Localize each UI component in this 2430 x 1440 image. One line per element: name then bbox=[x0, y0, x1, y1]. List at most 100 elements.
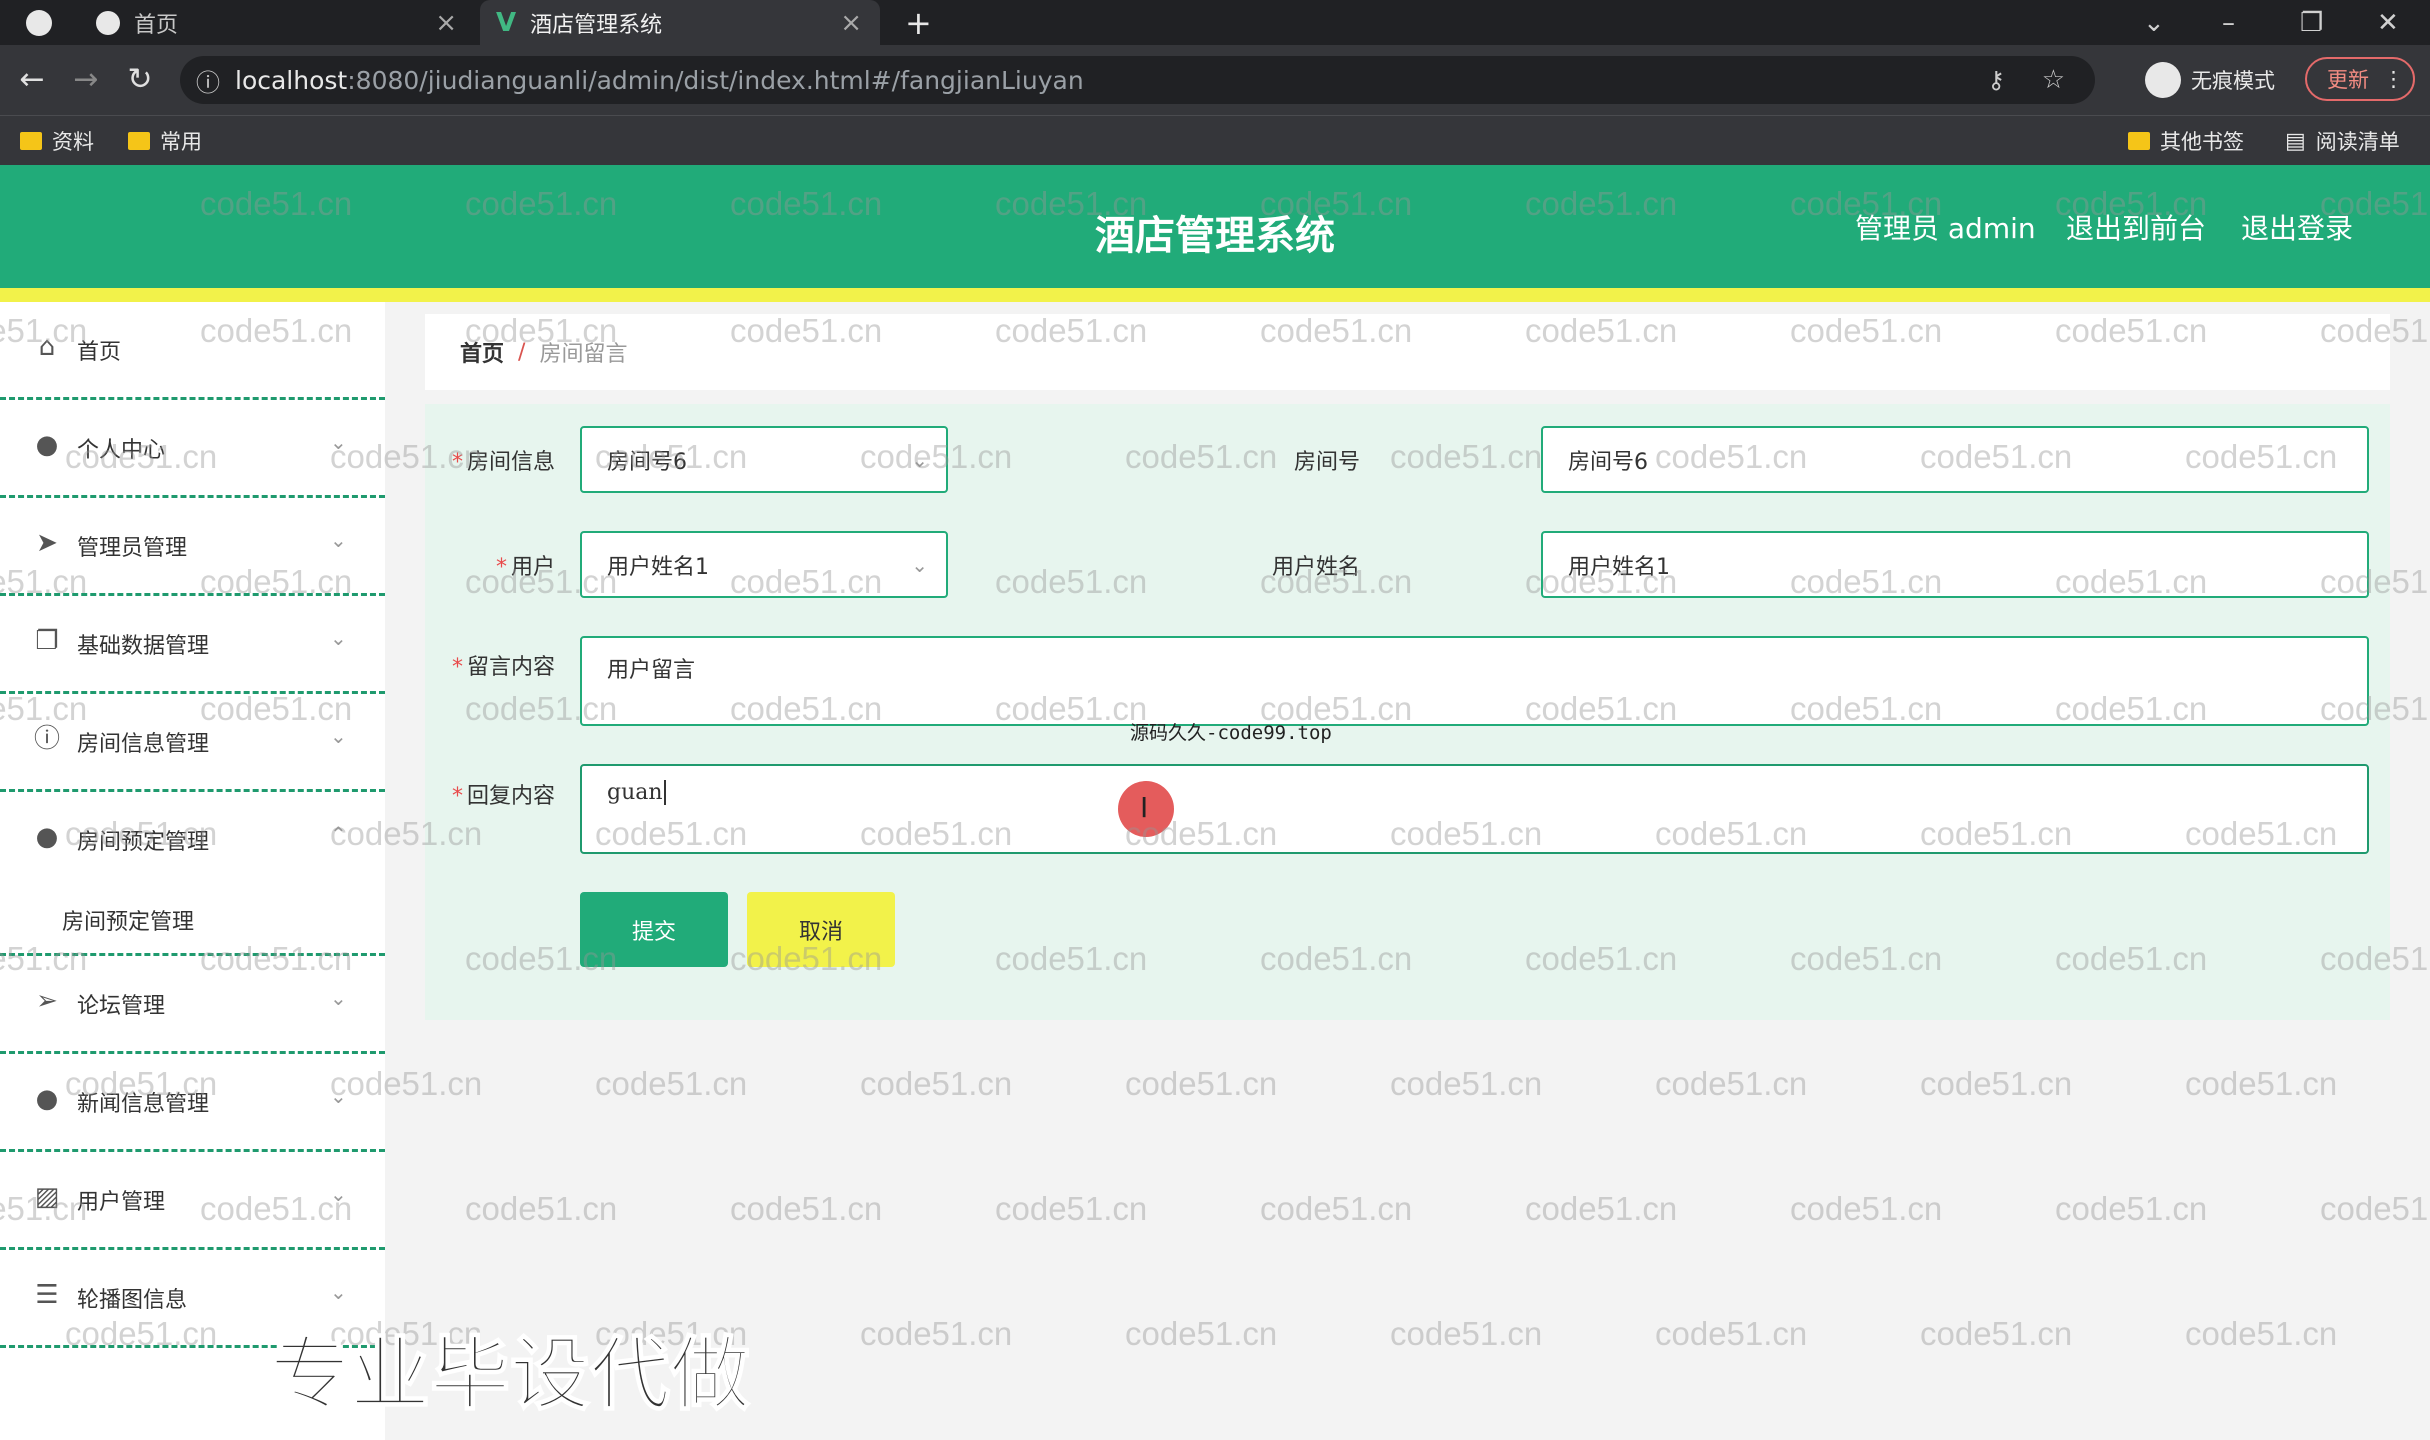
sidebar-subitem-reservations[interactable]: 房间预定管理 bbox=[0, 874, 385, 956]
user-name-value: 用户姓名1 bbox=[1568, 554, 1670, 580]
overlay-banner-text: 专业毕设代做 bbox=[269, 1327, 751, 1422]
exit-to-front-link[interactable]: 退出到前台 bbox=[2066, 207, 2206, 247]
sidebar-item-label: 首页 bbox=[77, 340, 122, 365]
user-name-input[interactable]: 用户姓名1 bbox=[1541, 531, 2369, 598]
sidebar-item-label: 论坛管理 bbox=[77, 994, 166, 1019]
cancel-button[interactable]: 取消 bbox=[747, 892, 895, 967]
sidebar-item-users[interactable]: ▨ 用户管理 ⌄ bbox=[0, 1152, 385, 1250]
new-tab-button[interactable]: + bbox=[905, 0, 932, 45]
sidebar-item-basic-data[interactable]: ❐ 基础数据管理 ⌄ bbox=[0, 596, 385, 694]
reply-label-text: 回复内容 bbox=[466, 784, 555, 809]
key-icon[interactable]: ⚷ bbox=[1987, 66, 2005, 94]
send-icon: ➤ bbox=[36, 528, 58, 558]
room-info-value: 房间号6 bbox=[607, 449, 687, 475]
browser-profile-icon[interactable] bbox=[26, 10, 52, 36]
folder-icon bbox=[128, 132, 150, 150]
other-bookmarks[interactable]: 其他书签 bbox=[2128, 116, 2244, 166]
user-label: * 用户 bbox=[495, 555, 555, 580]
message-label: * 留言内容 bbox=[451, 655, 555, 680]
vue-icon: V bbox=[496, 7, 517, 38]
current-user: 管理员 admin bbox=[1855, 212, 2036, 245]
chevron-up-icon: ⌃ bbox=[330, 822, 347, 846]
bookmark-label: 其他书签 bbox=[2160, 130, 2244, 154]
update-button[interactable]: 更新 ⋮ bbox=[2305, 57, 2415, 101]
reply-textarea[interactable]: guan bbox=[580, 764, 2369, 854]
logout-link[interactable]: 退出登录 bbox=[2241, 207, 2353, 247]
send-outline-icon: ➢ bbox=[36, 986, 58, 1016]
url-input[interactable]: ⓘ localhost:8080/jiudianguanli/admin/dis… bbox=[180, 56, 2095, 104]
reply-form: * 房间信息 房间号6 ⌄ 房间号 房间号6 * 用户 用户姓名1 ⌄ 用户姓名 用… bbox=[425, 404, 2390, 1020]
overlay-source-text: 源码久久-code99.top bbox=[1130, 722, 1332, 744]
reply-label: * 回复内容 bbox=[451, 784, 555, 809]
close-window-icon[interactable]: ✕ bbox=[2377, 0, 2399, 45]
text-cursor-icon: I bbox=[1140, 791, 1149, 824]
restore-icon[interactable]: ❐ bbox=[2300, 0, 2323, 45]
home-icon: ⌂ bbox=[38, 332, 56, 362]
sidebar-item-label: 个人中心 bbox=[77, 438, 166, 463]
folder-icon bbox=[20, 132, 42, 150]
chevron-down-icon: ⌄ bbox=[330, 1182, 347, 1206]
chevron-down-icon: ⌄ bbox=[330, 724, 347, 748]
bookmark-folder-ziliao[interactable]: 资料 bbox=[20, 116, 94, 166]
room-info-select[interactable]: 房间号6 ⌄ bbox=[580, 426, 948, 493]
sidebar-item-room-info[interactable]: ⓘ 房间信息管理 ⌄ bbox=[0, 694, 385, 792]
user-value: 用户姓名1 bbox=[607, 554, 709, 580]
update-label: 更新 bbox=[2327, 68, 2369, 92]
sidebar-item-home[interactable]: ⌂ 首页 bbox=[0, 302, 385, 400]
sidebar-item-label: 管理员管理 bbox=[77, 536, 188, 561]
bookmark-label: 常用 bbox=[160, 130, 202, 154]
tab-search-icon[interactable]: ⌄ bbox=[2143, 0, 2165, 45]
url-host: localhost bbox=[235, 65, 348, 95]
sidebar-item-label: 轮播图信息 bbox=[77, 1288, 188, 1313]
more-icon: ⋮ bbox=[2383, 67, 2404, 91]
star-icon[interactable]: ☆ bbox=[2042, 65, 2065, 95]
submit-button[interactable]: 提交 bbox=[580, 892, 728, 967]
incognito-label: 无痕模式 bbox=[2191, 69, 2275, 93]
sidebar-item-forum[interactable]: ➢ 论坛管理 ⌄ bbox=[0, 956, 385, 1054]
bookmark-folder-changyong[interactable]: 常用 bbox=[128, 116, 202, 166]
incognito-icon bbox=[2145, 62, 2181, 98]
bookmark-label: 阅读清单 bbox=[2315, 130, 2400, 154]
close-tab-icon[interactable]: × bbox=[840, 8, 862, 38]
header-accent-line bbox=[0, 288, 2430, 302]
bookmarks-bar: 资料 常用 其他书签 ▤ 阅读清单 bbox=[0, 115, 2430, 165]
sidebar-item-admins[interactable]: ➤ 管理员管理 ⌄ bbox=[0, 498, 385, 596]
incognito-badge[interactable]: 无痕模式 bbox=[2145, 55, 2275, 105]
chevron-down-icon: ⌄ bbox=[330, 528, 347, 552]
reload-icon[interactable]: ↻ bbox=[118, 57, 162, 101]
cursor-highlight: I bbox=[1118, 781, 1174, 837]
breadcrumb: 首页 / 房间留言 bbox=[425, 314, 2390, 390]
forward-icon[interactable]: → bbox=[64, 57, 108, 101]
minimize-icon[interactable]: – bbox=[2222, 0, 2235, 45]
bookmark-label: 资料 bbox=[52, 130, 94, 154]
close-tab-icon[interactable]: × bbox=[435, 8, 457, 38]
back-icon[interactable]: ← bbox=[10, 57, 54, 101]
reading-list-icon: ▤ bbox=[2285, 128, 2306, 154]
message-value: 用户留言 bbox=[607, 658, 696, 683]
user-select[interactable]: 用户姓名1 ⌄ bbox=[580, 531, 948, 598]
message-label-text: 留言内容 bbox=[466, 655, 555, 680]
message-textarea[interactable]: 用户留言 bbox=[580, 636, 2369, 726]
sidebar-item-label: 房间预定管理 bbox=[77, 830, 210, 855]
breadcrumb-home[interactable]: 首页 bbox=[460, 336, 504, 368]
chevron-down-icon: ⌄ bbox=[330, 986, 347, 1010]
breadcrumb-current: 房间留言 bbox=[539, 342, 628, 367]
chevron-down-icon: ⌄ bbox=[911, 447, 928, 472]
room-no-input[interactable]: 房间号6 bbox=[1541, 426, 2369, 493]
user-icon: ● bbox=[35, 430, 59, 460]
tab-title: 首页 bbox=[134, 12, 179, 38]
breadcrumb-separator: / bbox=[518, 339, 526, 365]
sidebar-item-news[interactable]: ● 新闻信息管理 ⌄ bbox=[0, 1054, 385, 1152]
chevron-down-icon: ⌄ bbox=[911, 552, 928, 577]
room-no-label: 房间号 bbox=[1293, 450, 1360, 475]
user-icon: ● bbox=[35, 1084, 59, 1114]
room-info-label-text: 房间信息 bbox=[466, 450, 555, 475]
chevron-down-icon: ⌄ bbox=[330, 1280, 347, 1304]
sidebar-item-profile[interactable]: ● 个人中心 ⌄ bbox=[0, 400, 385, 498]
tab-title: 酒店管理系统 bbox=[530, 12, 663, 38]
browser-tab-hotel[interactable]: V 酒店管理系统 × bbox=[480, 0, 880, 45]
sidebar: ⌂ 首页 ● 个人中心 ⌄ ➤ 管理员管理 ⌄ ❐ 基础数据管理 ⌄ ⓘ 房间信… bbox=[0, 302, 385, 1440]
browser-tab-home[interactable]: 首页 × bbox=[80, 0, 475, 45]
info-icon: ⓘ bbox=[33, 724, 60, 754]
reading-list[interactable]: ▤ 阅读清单 bbox=[2285, 116, 2400, 166]
